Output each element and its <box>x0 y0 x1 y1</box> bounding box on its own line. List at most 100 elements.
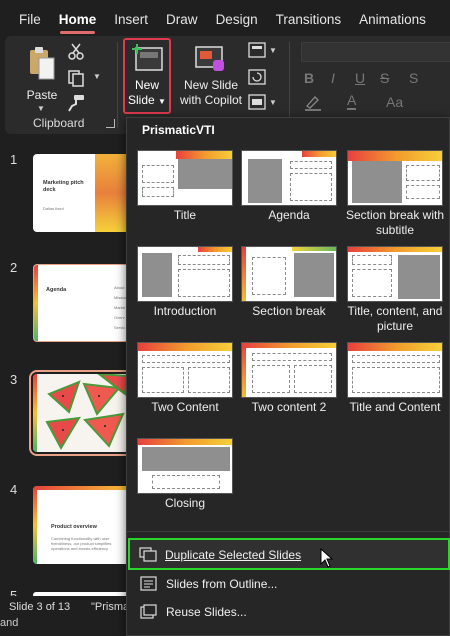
copilot-label-2: with Copilot <box>179 93 243 107</box>
slide-number: 3 <box>10 372 18 387</box>
accent-bar <box>348 343 442 351</box>
picture-placeholder <box>248 159 282 203</box>
accent-bar <box>292 247 336 251</box>
content-placeholder <box>294 365 332 393</box>
slide-thumbnail-1[interactable]: Marketing pitch deck Dallas Ilsed <box>33 154 129 232</box>
layout-label: Closing <box>164 496 206 510</box>
thumb-body: Combining functionality with user friend… <box>51 536 112 551</box>
title-placeholder <box>406 165 440 181</box>
bold-button[interactable]: B <box>304 70 314 86</box>
title-placeholder <box>178 255 230 265</box>
clipboard-icon <box>29 46 55 85</box>
slide-number: 4 <box>10 482 18 497</box>
picture-placeholder <box>294 253 334 297</box>
thumb-accent <box>33 374 37 452</box>
italic-button[interactable]: I <box>331 70 335 86</box>
font-color-icon[interactable]: A <box>347 92 357 110</box>
title-placeholder <box>142 165 174 183</box>
reset-icon[interactable] <box>248 69 266 87</box>
accent-bar <box>348 151 442 161</box>
slide-number: 2 <box>10 260 18 275</box>
title-placeholder <box>352 355 440 363</box>
accent-bar <box>138 343 232 351</box>
layout-thumb <box>137 438 233 494</box>
subtitle-placeholder <box>406 185 440 199</box>
content-placeholder <box>352 269 392 297</box>
dialog-launcher-icon[interactable] <box>106 119 115 128</box>
thumb-accent <box>34 265 38 341</box>
menu-label: Reuse Slides... <box>166 605 247 619</box>
tab-draw[interactable]: Draw <box>157 0 207 36</box>
title-placeholder <box>290 161 332 169</box>
layout-thumb <box>241 246 337 302</box>
tab-insert[interactable]: Insert <box>105 0 157 36</box>
ribbon-separator <box>289 42 290 128</box>
new-slide-with-copilot-button[interactable]: New Slide with Copilot <box>177 44 245 114</box>
tab-design[interactable]: Design <box>207 0 267 36</box>
paste-button[interactable]: Paste ▼ <box>20 44 64 113</box>
title-placeholder <box>252 353 332 361</box>
strikethrough-button[interactable]: S <box>380 70 389 86</box>
slides-from-outline-item[interactable]: Slides from Outline... <box>129 570 449 598</box>
thumb-title: Agenda <box>46 287 67 293</box>
tab-home[interactable]: Home <box>50 0 106 36</box>
new-slide-label: New <box>134 78 159 92</box>
new-slide-icon <box>132 44 164 77</box>
picture-placeholder <box>178 159 232 189</box>
thumb-line: About <box>114 285 125 290</box>
thumb-title: Marketing pitch deck <box>43 180 84 193</box>
layout-label: Title, content, and picture <box>347 304 443 333</box>
accent-bar <box>138 439 232 445</box>
content-placeholder <box>252 365 290 393</box>
slide-thumbnail-3[interactable] <box>29 370 133 456</box>
tab-file[interactable]: File <box>0 0 50 36</box>
tab-animations[interactable]: Animations <box>350 0 435 36</box>
cut-icon[interactable] <box>67 42 85 60</box>
layout-label: Title and Content <box>349 400 441 414</box>
subtitle-placeholder <box>142 187 174 197</box>
title-placeholder <box>142 355 230 363</box>
accent-bar <box>242 343 246 397</box>
underline-button[interactable]: U <box>355 70 365 86</box>
mouse-cursor-icon <box>320 547 334 573</box>
outline-icon <box>140 576 157 591</box>
menu-separator <box>127 531 449 532</box>
thumb-title: Product overview <box>51 524 97 530</box>
copy-icon[interactable] <box>67 69 85 87</box>
copy-dropdown-icon[interactable]: ▼ <box>93 72 101 81</box>
picture-placeholder <box>142 447 230 471</box>
accent-bar <box>302 151 336 157</box>
layout-thumb <box>241 150 337 206</box>
change-case-button[interactable]: Aa <box>386 94 403 110</box>
tab-transitions[interactable]: Transitions <box>267 0 351 36</box>
font-name-box[interactable] <box>301 42 450 62</box>
accent-bar <box>198 247 232 252</box>
duplicate-selected-slides-item[interactable]: Duplicate Selected Slides <box>128 538 450 570</box>
reuse-slides-item[interactable]: Reuse Slides... <box>129 598 449 626</box>
layout-icon[interactable] <box>248 42 266 60</box>
content-placeholder <box>178 269 230 297</box>
format-painter-icon[interactable] <box>67 94 85 112</box>
thumb-accent <box>33 486 37 564</box>
menu-label: Slides from Outline... <box>166 577 278 591</box>
text-shadow-button[interactable]: S <box>409 70 418 86</box>
menu-label: Duplicate Selected Slides <box>165 548 302 562</box>
accent-bar <box>348 247 442 252</box>
title-placeholder <box>252 257 286 295</box>
thumb-line: Servic <box>114 325 126 330</box>
highlight-icon[interactable] <box>303 94 325 117</box>
content-placeholder <box>142 367 184 393</box>
layout-dropdown-icon[interactable]: ▼ <box>269 46 277 55</box>
watermelon-image <box>39 374 129 452</box>
thumb-subtitle: Dallas Ilsed <box>43 206 64 211</box>
theme-name-status[interactable]: "Prisma <box>91 601 129 613</box>
section-dropdown-icon[interactable]: ▼ <box>269 98 277 107</box>
new-slide-button[interactable]: New Slide ▼ <box>123 38 171 114</box>
new-slide-label-2: Slide <box>128 93 155 107</box>
section-icon[interactable] <box>248 94 266 112</box>
slide-thumbnail-4[interactable]: Product overview Combining functionality… <box>33 486 129 564</box>
slide-count: Slide 3 of 13 <box>9 601 71 613</box>
title-placeholder <box>152 475 220 489</box>
slide-thumbnail-2[interactable]: Agenda About Mission Marke Overv Servic <box>33 264 129 342</box>
notes-pane-text[interactable]: and <box>0 617 18 629</box>
